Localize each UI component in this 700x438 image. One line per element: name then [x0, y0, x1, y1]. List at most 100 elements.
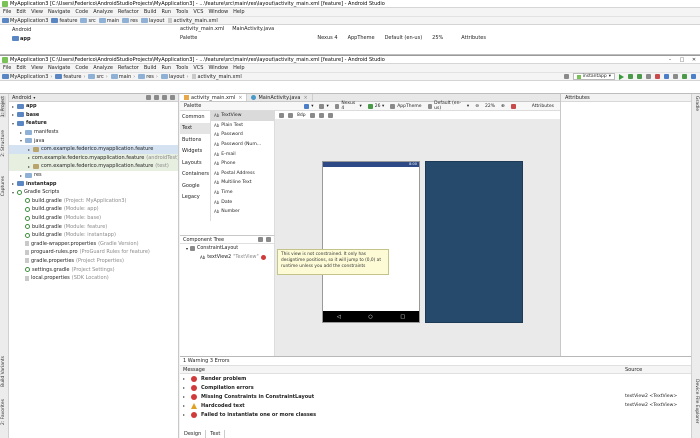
captures-tool-tab[interactable]: Captures	[1, 176, 6, 196]
menu-code[interactable]: Code	[75, 9, 88, 15]
device-select[interactable]: Nexus 4 ▾	[334, 101, 362, 111]
theme-select[interactable]: AppTheme	[390, 103, 422, 109]
breadcrumb-item[interactable]: activity_main.xml	[167, 18, 218, 24]
close-icon[interactable]: ×	[303, 95, 307, 101]
design-blueprint-toggle[interactable]: ▾	[304, 103, 313, 109]
menu-refactor[interactable]: Refactor	[118, 65, 139, 71]
gear-icon[interactable]	[162, 95, 167, 100]
favorites-tool-tab[interactable]: 2: Favorites	[1, 399, 6, 425]
hide-icon[interactable]	[266, 237, 271, 242]
breadcrumb-item[interactable]: main	[98, 18, 119, 24]
align-icon[interactable]	[327, 112, 333, 118]
palette-category[interactable]: Layouts	[180, 157, 210, 169]
breadcrumb-item[interactable]: layout	[140, 18, 165, 24]
tree-row[interactable]: ▸ base	[9, 111, 178, 120]
menu-build[interactable]: Build	[144, 9, 157, 15]
tree-row[interactable]: gradle.properties (Project Properties)	[9, 257, 178, 266]
palette-item[interactable]: Ab E-mail	[211, 149, 275, 159]
tree-row[interactable]: settings.gradle (Project Settings)	[9, 265, 178, 274]
search-icon[interactable]	[691, 74, 696, 79]
run-config-select[interactable]: instantapp ▾	[572, 73, 615, 80]
menu-analyze[interactable]: Analyze	[93, 9, 113, 15]
locale-select[interactable]: Default (en-us) ▾	[427, 101, 469, 111]
tree-row[interactable]: ▸ app	[9, 102, 178, 111]
menu-run[interactable]: Run	[161, 65, 171, 71]
device-file-explorer-tab[interactable]: Device File Explorer	[694, 379, 699, 424]
expand-arrow-icon[interactable]: ▸	[183, 385, 191, 390]
message-row[interactable]: ▸ Render problem	[180, 374, 691, 383]
error-icon[interactable]	[260, 255, 266, 260]
tree-row[interactable]: ▸ com.example.federico.myapplication.feat…	[9, 153, 178, 163]
menu-run[interactable]: Run	[161, 9, 171, 15]
menu-navigate[interactable]: Navigate	[48, 65, 70, 71]
tree-row[interactable]: ▸ com.example.federico.myapplication.feat…	[9, 162, 178, 171]
magnet-icon[interactable]	[288, 112, 293, 118]
menu-navigate[interactable]: Navigate	[48, 9, 70, 15]
palette-item[interactable]: Ab TextView	[211, 111, 275, 121]
tab-activity-main[interactable]: activity_main.xml ×	[180, 94, 248, 101]
background-device[interactable]: Nexus 4	[317, 35, 337, 41]
warnings-icon[interactable]	[510, 103, 518, 109]
palette-item[interactable]: Ab Password	[211, 130, 275, 140]
breadcrumb-layout[interactable]: layout ›	[160, 74, 189, 80]
menu-edit[interactable]: Edit	[16, 65, 26, 71]
palette-category[interactable]: Google	[180, 180, 210, 192]
tree-row[interactable]: local.properties (SDK Location)	[9, 274, 178, 283]
blueprint-surface[interactable]	[425, 161, 523, 323]
menu-help[interactable]: Help	[233, 65, 244, 71]
breadcrumb-item[interactable]: res	[122, 18, 138, 24]
breadcrumb-src[interactable]: src ›	[88, 74, 108, 80]
gradle-tool-tab[interactable]: Gradle	[694, 96, 699, 111]
tree-row[interactable]: ▸ com.example.federico.myapplication.feat…	[9, 144, 178, 154]
menu-file[interactable]: File	[3, 9, 11, 15]
attach-debugger-icon[interactable]	[646, 74, 651, 79]
project-tool-tab[interactable]: 1: Project	[1, 96, 6, 118]
palette-category[interactable]: Buttons	[180, 134, 210, 146]
palette-item[interactable]: Ab Date	[211, 197, 275, 207]
debug-icon[interactable]	[628, 74, 633, 79]
sdk-manager-icon[interactable]	[682, 74, 687, 79]
breadcrumb-res[interactable]: res ›	[138, 74, 158, 80]
maximize-icon[interactable]: □	[676, 57, 688, 63]
palette-category[interactable]: Containers	[180, 169, 210, 181]
expand-arrow-icon[interactable]: ▸	[183, 394, 191, 399]
run-icon[interactable]	[619, 73, 624, 80]
menu-tools[interactable]: Tools	[176, 65, 188, 71]
design-canvas[interactable]: 8:00 ◁ ○ □ This view is not constrained.…	[275, 119, 560, 356]
palette-category[interactable]: Text	[180, 122, 210, 134]
message-row[interactable]: ▸ Missing Constraints in ConstraintLayout…	[180, 392, 691, 401]
sync-scroll-icon[interactable]	[146, 95, 151, 100]
palette-category[interactable]: Widgets	[180, 146, 210, 158]
menu-code[interactable]: Code	[75, 65, 88, 71]
design-surface[interactable]: 8:00 ◁ ○ □	[322, 161, 420, 323]
background-tab-activity-main[interactable]: activity_main.xml	[180, 26, 224, 32]
expand-arrow-icon[interactable]: ▸	[183, 376, 191, 381]
eye-icon[interactable]	[279, 112, 284, 118]
tree-row[interactable]: build.gradle (Module: feature)	[9, 222, 178, 231]
menu-refactor[interactable]: Refactor	[118, 9, 139, 15]
tree-row[interactable]: ▾ Gradle Scripts	[9, 188, 178, 197]
avd-manager-icon[interactable]	[673, 74, 678, 79]
menu-window[interactable]: Window	[208, 9, 228, 15]
breadcrumb-feature[interactable]: feature ›	[55, 74, 85, 80]
message-row[interactable]: ▸ Failed to instantiate one or more class…	[180, 410, 691, 419]
tree-row[interactable]: ▸ instantapp	[9, 179, 178, 188]
background-tab-main-activity[interactable]: MainActivity.java	[232, 26, 274, 32]
tree-node-textview[interactable]: Ab textView2 "TextView"	[180, 253, 274, 262]
tree-row[interactable]: ▸ res	[9, 171, 178, 180]
palette-item[interactable]: Ab Plain Text	[211, 121, 275, 131]
stop-icon[interactable]	[655, 74, 660, 79]
tree-row[interactable]: build.gradle (Project: MyApplication3)	[9, 197, 178, 206]
menu-analyze[interactable]: Analyze	[93, 65, 113, 71]
zoom-in-icon[interactable]: ⊕	[501, 104, 505, 109]
tab-text[interactable]: Text	[206, 430, 226, 438]
default-margin-select[interactable]: 8dp	[297, 113, 306, 118]
minimize-icon[interactable]: –	[664, 57, 676, 63]
close-icon[interactable]: ✕	[688, 57, 700, 63]
menu-tools[interactable]: Tools	[176, 9, 188, 15]
breadcrumb-item[interactable]: src	[80, 18, 96, 24]
palette-item[interactable]: Ab Multiline Text	[211, 178, 275, 188]
close-icon[interactable]: ×	[238, 95, 242, 101]
palette-category[interactable]: Legacy	[180, 192, 210, 204]
tab-design[interactable]: Design	[180, 430, 207, 438]
